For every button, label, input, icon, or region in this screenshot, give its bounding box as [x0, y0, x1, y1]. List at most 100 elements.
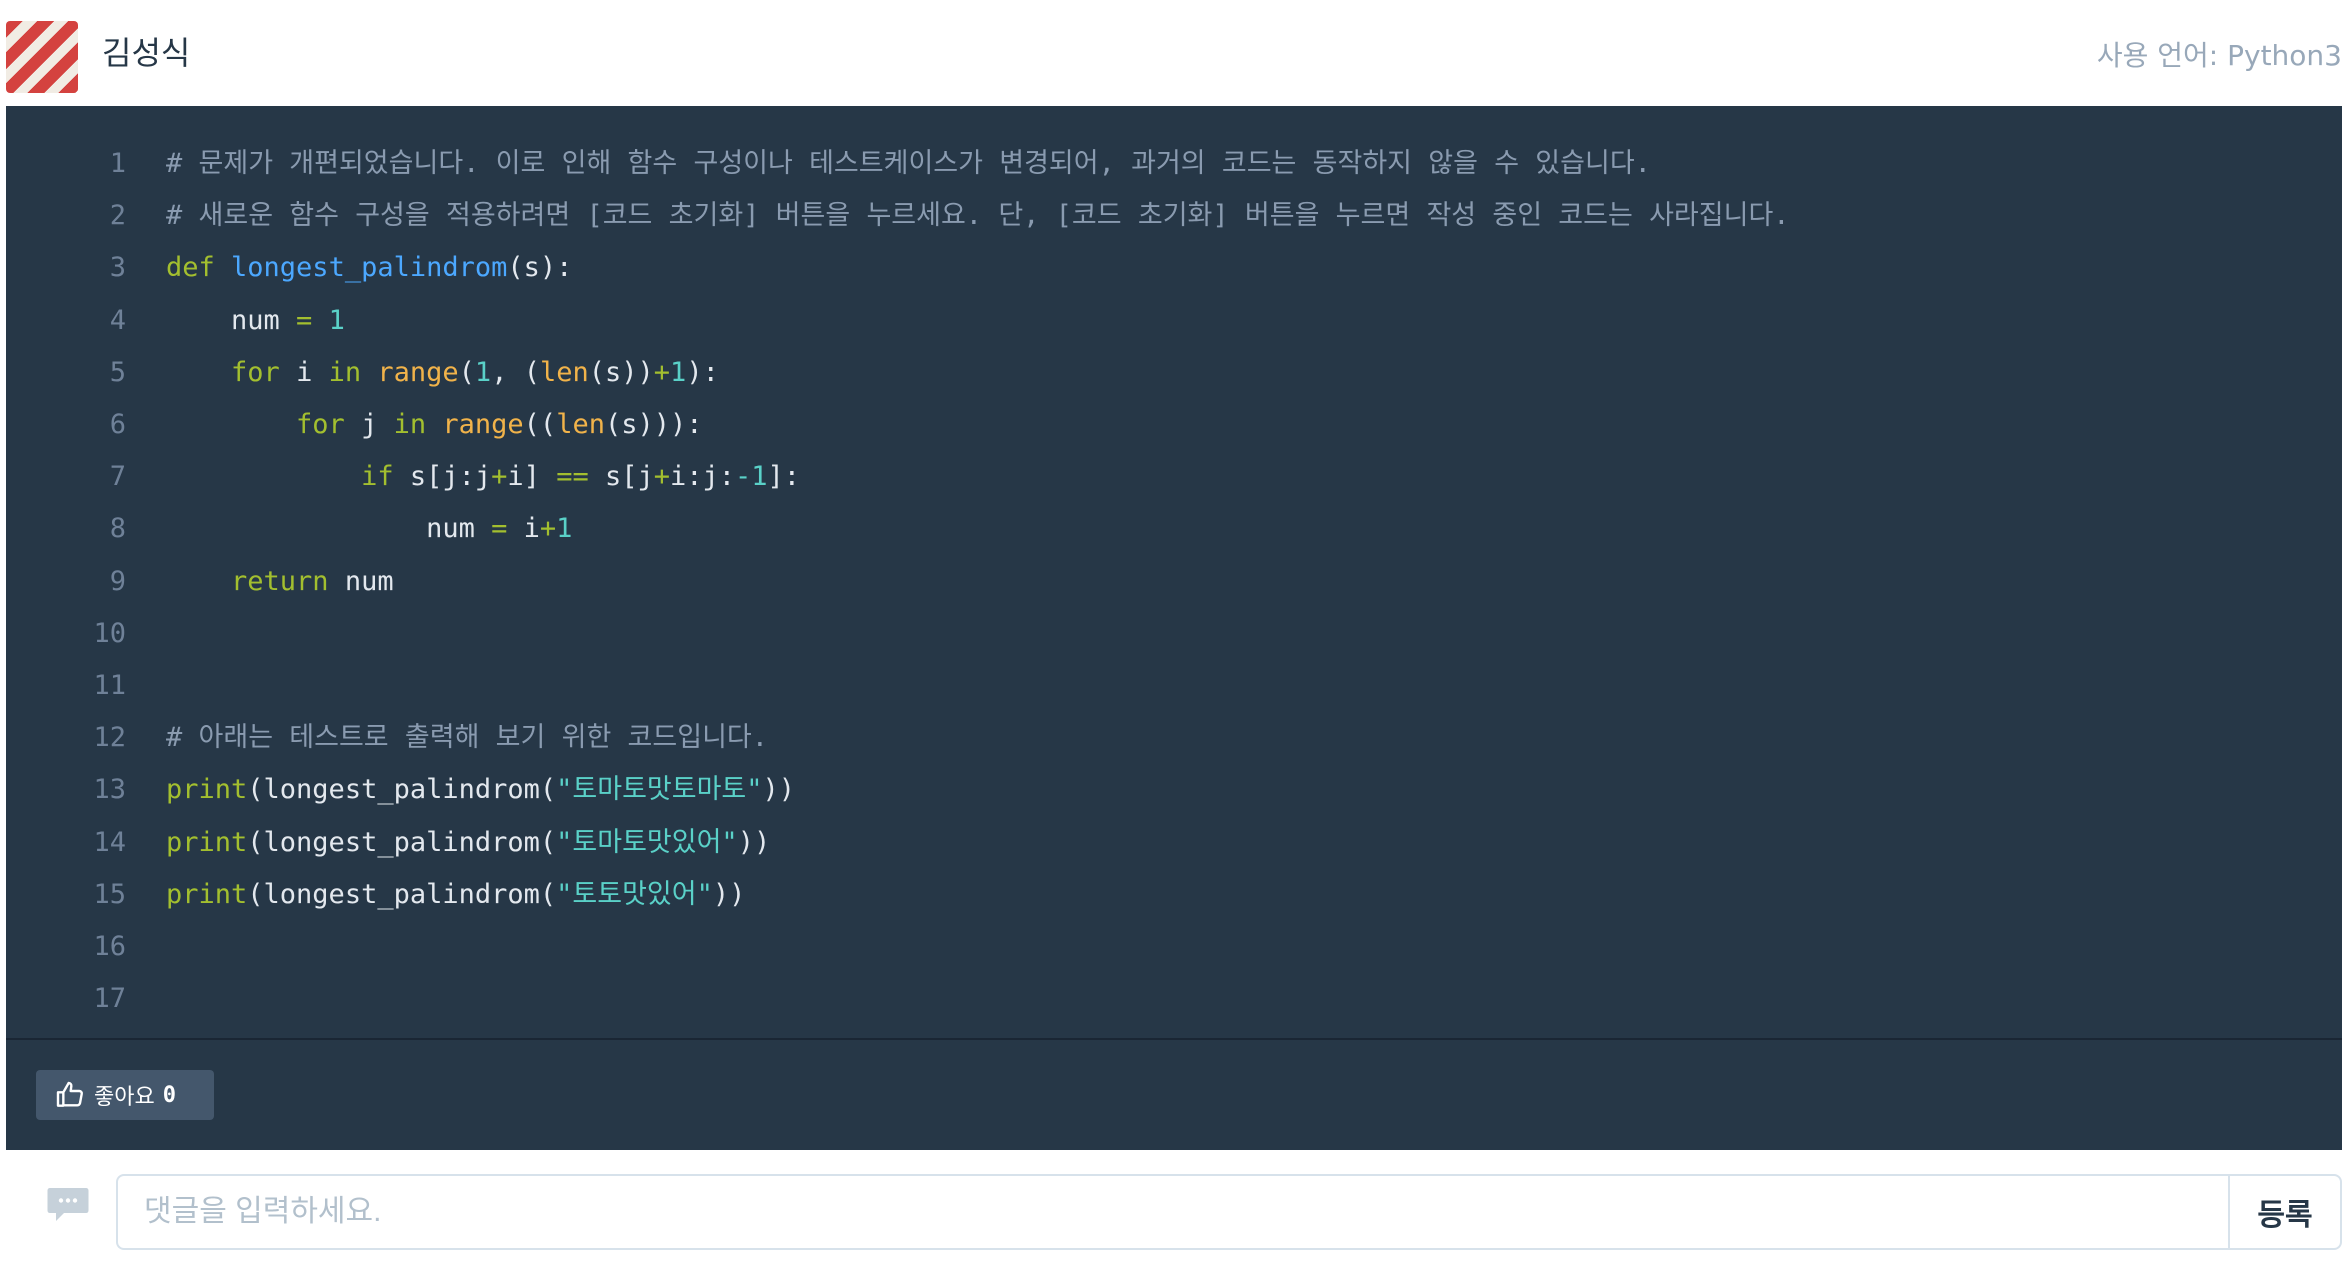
code-token: "토토맛있어": [556, 878, 713, 910]
code-token: len: [539, 356, 589, 388]
code-token: (longest_palindrom(: [247, 826, 557, 858]
code-line: 1 # 문제가 개편되었습니다. 이로 인해 함수 구성이나 테스트케이스가 변경…: [6, 138, 2342, 190]
code-line: 16: [6, 921, 2342, 973]
thumbs-up-icon: [54, 1079, 86, 1111]
code-token: 1: [670, 356, 687, 388]
code-token: print: [166, 826, 248, 858]
code-token: +: [491, 461, 508, 493]
code-token: # 새로운 함수 구성을 적용하려면 [코드 초기화] 버튼을 누르세요. 단,…: [166, 200, 1790, 232]
username[interactable]: 김성식: [102, 30, 190, 76]
code-token: )): [737, 826, 771, 858]
line-number: 2: [109, 200, 126, 232]
line-code: print(longest_palindrom("토마토맛토마토")): [166, 764, 795, 816]
code-token: s[j: [588, 461, 654, 493]
code-token: i: [507, 513, 540, 545]
code-token: -1: [735, 461, 768, 493]
line-number: 16: [93, 931, 126, 962]
code-token: ==: [556, 461, 589, 493]
code-token: len: [556, 409, 605, 440]
code-token: print: [166, 774, 248, 806]
code-token: for: [231, 356, 280, 388]
line-number: 14: [93, 826, 126, 858]
code-token: 1: [474, 356, 492, 388]
code-line: 2 # 새로운 함수 구성을 적용하려면 [코드 초기화] 버튼을 누르세요. 단…: [6, 190, 2342, 242]
code-token: ):: [686, 356, 719, 388]
line-number: 12: [93, 722, 126, 754]
like-button[interactable]: 좋아요 0: [36, 1070, 214, 1120]
code-token: "토마토맛토마토": [556, 774, 763, 806]
code-line: 10: [6, 608, 2342, 660]
code-token: )): [762, 774, 796, 806]
code-line: 6 for j in range((len(s))):: [6, 399, 2342, 451]
code-token: i]: [507, 461, 557, 493]
code-line: 9 return num: [6, 556, 2342, 608]
code-token: num: [166, 304, 297, 336]
code-token: 1: [328, 304, 345, 336]
line-code: # 문제가 개편되었습니다. 이로 인해 함수 구성이나 테스트케이스가 변경되…: [166, 138, 1651, 190]
post-header: 김성식 사용 언어: Python3: [0, 0, 2342, 106]
line-number: 9: [109, 565, 126, 597]
code-token: return: [231, 565, 329, 597]
code-token: =: [296, 304, 313, 336]
code-token: =: [491, 513, 508, 545]
line-code: for j in range((len(s))):: [166, 399, 703, 451]
code-token: j: [344, 409, 394, 440]
like-count: 0: [162, 1082, 176, 1108]
code-token: , (: [491, 356, 540, 388]
code-line: 7 if s[j:j+i] == s[j+i:j:-1]:: [6, 451, 2342, 503]
code-token: # 아래는 테스트로 출력해 보기 위한 코드입니다.: [166, 722, 769, 754]
comment-bubble-icon: [46, 1186, 90, 1226]
code-token: # 문제가 개편되었습니다. 이로 인해 함수 구성이나 테스트케이스가 변경되…: [166, 148, 1651, 179]
comment-form: 등록: [0, 1150, 2342, 1276]
line-code: print(longest_palindrom("토마토맛있어")): [166, 817, 770, 869]
code-line: 4 num = 1: [6, 295, 2342, 347]
code-token: i:j:: [670, 461, 736, 493]
code-viewer: 1 # 문제가 개편되었습니다. 이로 인해 함수 구성이나 테스트케이스가 변경…: [6, 106, 2342, 1038]
line-code: def longest_palindrom(s):: [166, 242, 572, 294]
line-number: 3: [109, 252, 126, 284]
line-code: print(longest_palindrom("토토맛있어")): [166, 869, 745, 921]
line-number: 1: [109, 148, 126, 179]
code-token: num: [328, 565, 394, 597]
code-token: (longest_palindrom(: [247, 878, 557, 910]
code-token: for: [296, 409, 345, 440]
code-token: ((: [523, 409, 557, 440]
code-token: "토마토맛있어": [556, 826, 738, 858]
line-number: 4: [109, 304, 126, 336]
line-number: 5: [109, 356, 126, 388]
code-token: range: [377, 356, 459, 388]
line-number: 8: [109, 513, 126, 545]
line-number: 7: [109, 461, 126, 493]
line-number: 15: [93, 878, 126, 910]
line-code: num = 1: [166, 295, 345, 347]
code-token: (: [458, 356, 475, 388]
line-number: 11: [93, 670, 126, 701]
code-token: )): [712, 878, 746, 910]
code-token: (s))):: [604, 409, 703, 440]
code-line: 15 print(longest_palindrom("토토맛있어")): [6, 869, 2342, 921]
comment-input[interactable]: [116, 1174, 2228, 1250]
user-avatar[interactable]: [6, 21, 78, 93]
code-line: 8 num = i+1: [6, 503, 2342, 555]
code-token: s[j:j: [393, 461, 492, 493]
code-token: +: [653, 356, 671, 388]
code-token: (s):: [507, 252, 573, 284]
code-line: 17: [6, 973, 2342, 1025]
code-token: 1: [556, 513, 573, 545]
submit-comment-button[interactable]: 등록: [2228, 1174, 2342, 1250]
line-number: 13: [93, 774, 126, 806]
code-footer: 좋아요 0: [6, 1038, 2342, 1150]
line-code: return num: [166, 556, 394, 608]
language-label: 사용 언어: Python3: [2096, 39, 2342, 72]
code-token: num: [166, 513, 492, 545]
code-line: 13 print(longest_palindrom("토마토맛토마토")): [6, 764, 2342, 816]
code-token: if: [361, 461, 394, 493]
line-code: if s[j:j+i] == s[j+i:j:-1]:: [166, 451, 800, 503]
